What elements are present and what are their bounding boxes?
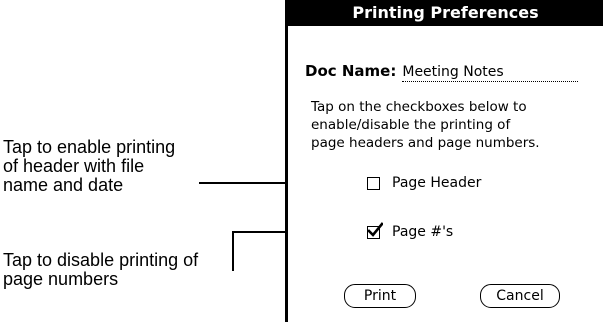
dialog-title: Printing Preferences — [288, 0, 603, 26]
printing-preferences-dialog: Printing Preferences Doc Name: Meeting No… — [285, 0, 603, 322]
page-header-option[interactable]: Page Header — [367, 174, 481, 192]
page-numbers-option[interactable]: Page #'s — [367, 221, 454, 241]
page-numbers-checkbox[interactable] — [367, 221, 383, 239]
cancel-button[interactable]: Cancel — [480, 284, 560, 308]
leader-line-page-numbers-vertical — [232, 231, 234, 271]
page-numbers-label: Page #'s — [392, 224, 454, 240]
print-button[interactable]: Print — [344, 284, 416, 308]
instructions-text: Tap on the checkboxes below to enable/di… — [311, 99, 540, 151]
page-header-label: Page Header — [392, 175, 482, 191]
doc-name-row: Doc Name: Meeting Notes — [305, 62, 579, 82]
doc-name-label: Doc Name: — [305, 62, 397, 80]
callout-page-header: Tap to enable printing of header with fi… — [3, 137, 176, 195]
page-header-checkbox[interactable] — [367, 176, 380, 190]
doc-name-field[interactable]: Meeting Notes — [402, 63, 579, 82]
checkmark-icon — [367, 221, 383, 237]
callout-page-numbers: Tap to disable printing of page numbers — [3, 250, 199, 289]
